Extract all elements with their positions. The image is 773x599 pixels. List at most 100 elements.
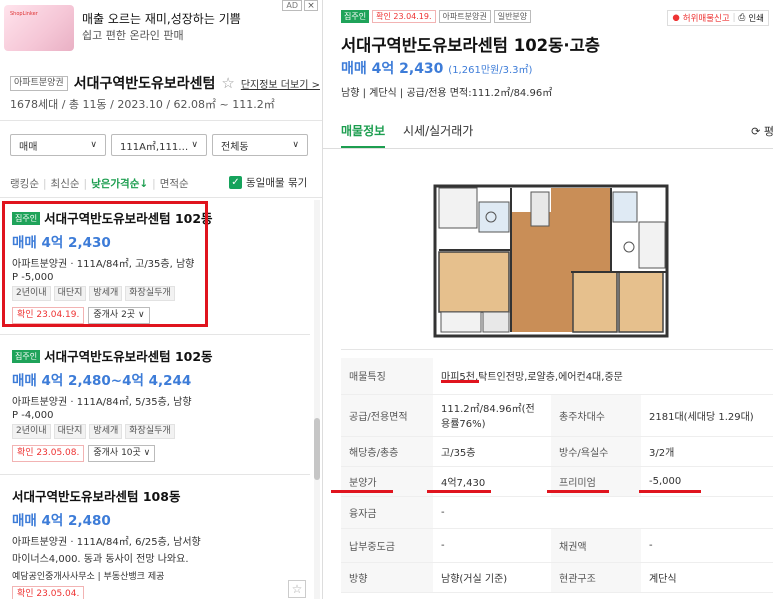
confirm-date: 확인 23.04.19. [372,10,436,23]
table-row: 방향 남향(거실 기준) 현관구조 계단식 [341,562,773,593]
ad-brand: ShopLinker [10,11,38,17]
ad-subtitle[interactable]: 쉽고 편한 온라인 판매 [82,27,184,43]
print-button[interactable]: 인쇄 [748,12,764,24]
table-value: 111.2㎡/84.96㎡(전용률76%) [433,394,551,437]
sort-area[interactable]: 면적순 [160,176,189,191]
same-listing-label: 동일매물 묶기 [246,177,308,189]
annotation-underline [639,490,701,493]
detail-title: 서대구역반도유보라센텀 102동·고층 [341,36,600,55]
sort-ranking[interactable]: 랭킹순 [10,176,39,191]
table-value: - [433,496,773,529]
detail-panel: 집주인 확인 23.04.19. 아파트분양권 일반분양 ● 허위매물신고 | … [322,0,773,599]
listing-tag: 화장실두개 [125,424,175,439]
table-label: 해당층/총층 [341,436,433,467]
owner-badge: 집주인 [12,350,41,363]
table-label: 현관구조 [551,562,641,593]
listing-info: 아파트분양권 · 111A/84㎡, 6/25층, 남서향 [12,537,201,548]
dong-select[interactable]: 전체동 ∨ [212,134,308,156]
detail-price-unit: (1,261만원/3.3㎡) [448,65,533,76]
scrollbar-thumb[interactable] [314,418,320,480]
annotation-underline [547,490,609,493]
listing-card[interactable]: 집주인 서대구역반도유보라센텀 102동 매매 4억 2,480~4억 4,244… [0,340,310,462]
sort-latest[interactable]: 최신순 [51,176,80,191]
confirm-date: 확인 23.05.04. [12,586,85,599]
ad-close-icon[interactable]: × [304,0,318,11]
table-row: 납부중도금 - 채권액 - [341,528,773,563]
divider [0,474,310,475]
detail-tags: 집주인 확인 23.04.19. 아파트분양권 일반분양 [341,10,532,23]
area-select[interactable]: 111A㎡,111… ∨ [111,134,207,156]
table-row: 매물특징 마피5천,탁트인전망,로얄층,에어컨4대,중문 [341,358,773,395]
chevron-down-icon: ∨ [292,140,299,150]
listing-extra: 마이너스4,000. 동과 동사이 전망 나와요. [12,554,189,565]
table-row: 해당층/총층 고/35층 방수/욕실수 3/2개 [341,436,773,467]
detail-summary: 남향 | 계단식 | 공급/전용 면적:111.2㎡/84.96㎡ [341,88,553,99]
detail-price-value: 매매 4억 2,430 [341,61,444,77]
complex-info-link[interactable]: 단지정보 더보기 > [241,76,320,91]
table-value: 계단식 [641,562,773,593]
divider [341,349,773,350]
dong-value: 전체동 [221,141,249,153]
table-label: 납부중도금 [341,528,433,563]
table-label: 총주차대수 [551,394,641,437]
complex-type-tag: 아파트분양권 [10,75,68,91]
agents-dropdown[interactable]: 중개사 10곳 ∨ [88,445,156,462]
owner-badge: 집주인 [341,10,370,23]
annotation-underline [427,490,491,493]
chevron-down-icon: ∨ [191,140,198,150]
selection-highlight [2,201,208,327]
report-print-group: ● 허위매물신고 | ⎙ 인쇄 [667,10,769,26]
favorite-star-icon[interactable]: ☆ [221,74,234,92]
table-value: 마피5천,탁트인전망,로얄층,에어컨4대,중문 [433,358,773,395]
listing-panel: ShopLinker 매출 오르는 재미,성장하는 기쁨 쉽고 편한 온라인 판… [0,0,322,599]
scrollbar-track[interactable] [314,200,320,599]
ad-thumbnail[interactable]: ShopLinker [4,5,74,51]
trade-type-value: 매매 [19,141,38,153]
ad-title[interactable]: 매출 오르는 재미,성장하는 기쁨 [82,10,241,27]
table-value: - [433,528,551,563]
sort-low-price[interactable]: 낮은가격순↓ [91,176,148,191]
tab-listing-info[interactable]: 매물정보 [341,122,386,148]
divider [0,197,322,198]
same-listing-toggle[interactable]: ✓ 동일매물 묶기 [229,175,307,190]
table-value: - [641,528,773,563]
table-value: 3/2개 [641,436,773,467]
listing-price: 매매 4억 2,480 [12,513,111,529]
area-value: 111A㎡,111… [120,141,189,153]
listing-detail-table: 매물특징 마피5천,탁트인전망,로얄층,에어컨4대,중문 공급/전용면적 111… [341,358,773,593]
trade-type-select[interactable]: 매매 ∨ [10,134,106,156]
table-label: 공급/전용면적 [341,394,433,437]
table-label: 융자금 [341,496,433,529]
report-button[interactable]: 허위매물신고 [683,12,730,24]
tab-price-history[interactable]: 시세/실거래가 [403,122,473,139]
chevron-down-icon: ∨ [90,140,97,150]
table-label: 방향 [341,562,433,593]
sale-type-tag: 일반분양 [493,10,532,23]
tab-refresh[interactable]: ⟳ 평 [751,123,773,139]
listing-tags: 2년이내 대단지 방세개 화장실두개 [12,424,310,439]
listing-title[interactable]: 서대구역반도유보라센텀 108동 [12,489,180,504]
ad-badge: AD [282,0,302,11]
annotation-underline [441,380,479,383]
ad-banner[interactable]: ShopLinker 매출 오르는 재미,성장하는 기쁨 쉽고 편한 온라인 판… [0,0,320,58]
listing-title[interactable]: 서대구역반도유보라센텀 102동 [44,349,212,364]
checkbox-checked-icon[interactable]: ✓ [229,176,242,189]
listing-tag: 2년이내 [12,424,51,439]
complex-header: 아파트분양권 서대구역반도유보라센텀 ☆ 단지정보 더보기 > [10,73,320,93]
listing-tag: 대단지 [53,424,87,439]
table-value: 2181대(세대당 1.29대) [641,394,773,437]
listing-price: 매매 4억 2,480~4억 4,244 [12,373,192,389]
table-label: 매물특징 [341,358,433,395]
detail-tabs: 매물정보 시세/실거래가 ⟳ 평 [323,115,773,149]
agent-line: 예담공인중개사사무소 | 부동산뱅크 제공 [12,572,165,582]
listing-info: 아파트분양권 · 111A/84㎡, 5/35층, 남향 [12,397,192,408]
listing-card[interactable]: 서대구역반도유보라센텀 108동 매매 4억 2,480 아파트분양권 · 11… [0,480,310,599]
detail-price: 매매 4억 2,430 (1,261만원/3.3㎡) [341,58,532,78]
divider [0,334,310,335]
complex-name: 서대구역반도유보라센텀 [73,76,216,92]
listing-tag: 방세개 [89,424,123,439]
favorite-star-icon[interactable]: ☆ [288,580,306,598]
floor-plan-image[interactable] [431,172,671,338]
siren-icon: ● [672,13,680,23]
annotation-underline [331,490,393,493]
